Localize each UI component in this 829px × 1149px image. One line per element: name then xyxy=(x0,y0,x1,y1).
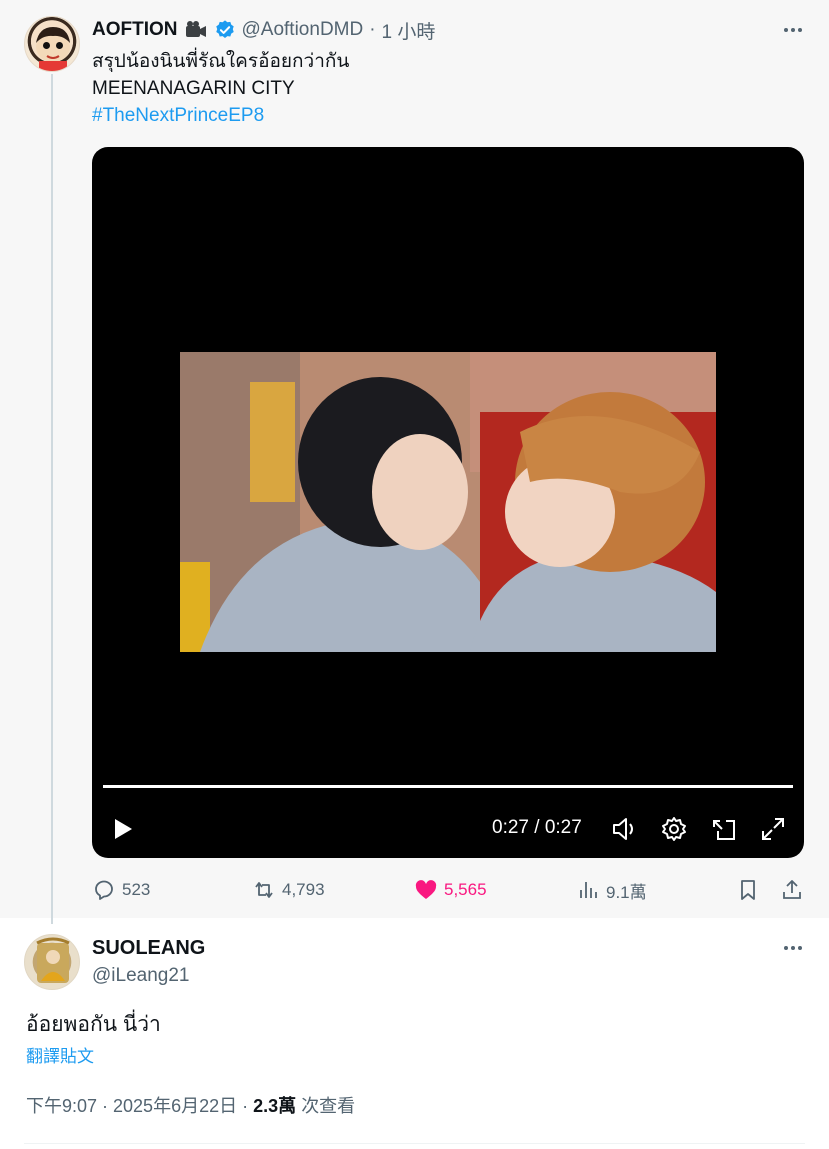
video-progress-bar[interactable] xyxy=(103,785,793,788)
thread-connector-line xyxy=(51,74,53,924)
like-count: 5,565 xyxy=(444,880,487,899)
settings-icon[interactable] xyxy=(660,815,688,843)
views-button[interactable]: 9.1萬 xyxy=(576,872,647,908)
video-still-image xyxy=(180,352,716,652)
bookmark-icon xyxy=(741,880,755,900)
verified-icon xyxy=(214,19,236,41)
tweet-timestamp[interactable]: 下午9:07 · 2025年6月22日 xyxy=(26,1096,237,1116)
tweet-text-line: สรุปน้องนินพี่รัณใครอ้อยกว่ากัน xyxy=(92,51,350,72)
avatar[interactable] xyxy=(24,16,80,72)
tweet-meta: 下午9:07 · 2025年6月22日 · 2.3萬 次查看 xyxy=(26,1092,355,1120)
video-player[interactable]: 0:27 / 0:27 xyxy=(92,147,804,858)
share-button[interactable] xyxy=(780,872,804,908)
reply-count: 523 xyxy=(122,880,151,899)
more-icon[interactable] xyxy=(781,18,805,42)
reply-text: อ้อยพอกัน นี่ว่า xyxy=(26,1013,161,1036)
separator-dot: · xyxy=(242,1096,249,1116)
user-handle[interactable]: @iLeang21 xyxy=(92,962,189,990)
translate-post-link[interactable]: 翻譯貼文 xyxy=(26,1044,94,1070)
parent-tweet[interactable]: AOFTION @AoftionDMD · 1 小時 สรุปน้องนินพี… xyxy=(0,0,829,924)
like-button[interactable]: 5,565 xyxy=(414,872,487,908)
separator-dot: · xyxy=(369,19,376,40)
repost-icon xyxy=(255,882,273,898)
user-handle[interactable]: @AoftionDMD xyxy=(242,19,364,41)
more-icon[interactable] xyxy=(781,936,805,960)
share-icon xyxy=(783,880,801,899)
avatar[interactable] xyxy=(24,934,80,990)
camera-icon xyxy=(184,20,208,40)
repost-count: 4,793 xyxy=(282,880,325,899)
pip-icon[interactable] xyxy=(710,815,738,843)
volume-icon[interactable] xyxy=(610,815,638,843)
divider xyxy=(24,1143,805,1144)
heart-icon xyxy=(415,880,437,899)
repost-button[interactable]: 4,793 xyxy=(252,872,325,908)
tweet-text-line: MEENANAGARIN CITY xyxy=(92,78,295,99)
avatar-cartoon-icon xyxy=(36,27,70,71)
display-name[interactable]: AOFTION xyxy=(92,19,178,41)
reply-button[interactable]: 523 xyxy=(92,872,150,908)
display-name[interactable]: SUOLEANG xyxy=(92,934,205,962)
video-controls: 0:27 / 0:27 xyxy=(92,807,804,847)
views-label: 次查看 xyxy=(301,1096,356,1116)
tweet-thread-page: AOFTION @AoftionDMD · 1 小時 สรุปน้องนินพี… xyxy=(0,0,829,1149)
fullscreen-icon[interactable] xyxy=(759,815,787,843)
play-icon[interactable] xyxy=(108,815,136,843)
views-count: 9.1萬 xyxy=(606,882,647,902)
reply-icon xyxy=(95,880,113,900)
avatar-portrait-icon xyxy=(36,937,70,983)
video-time: 0:27 / 0:27 xyxy=(492,817,582,838)
tweet-header: AOFTION @AoftionDMD · 1 小時 xyxy=(92,16,435,44)
tweet-time[interactable]: 1 小時 xyxy=(382,17,436,44)
video-frame[interactable] xyxy=(180,352,716,652)
views-icon xyxy=(580,882,597,898)
video-progress-fill xyxy=(103,785,793,788)
hashtag-link[interactable]: #TheNextPrinceEP8 xyxy=(92,102,264,130)
tweet-action-bar: 523 4,793 5,565 9.1萬 xyxy=(92,872,804,908)
bookmark-button[interactable] xyxy=(736,872,760,908)
views-count: 2.3萬 xyxy=(253,1096,297,1116)
